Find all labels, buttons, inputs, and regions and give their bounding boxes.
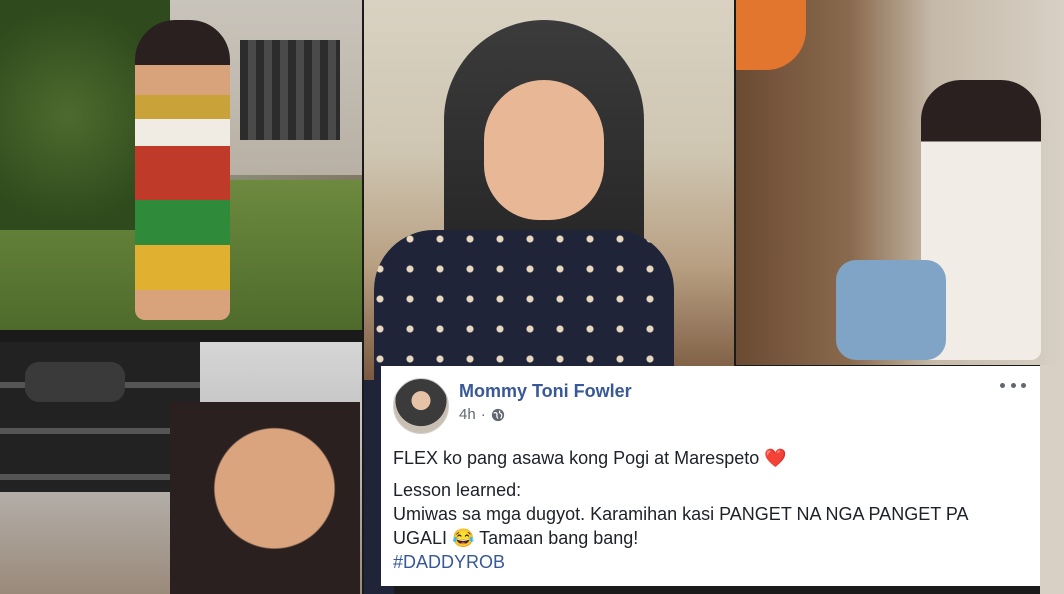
dot-icon (1021, 382, 1026, 388)
post-line-3: Umiwas sa mga dugyot. Karamihan kasi PAN… (393, 504, 969, 524)
photo-woman-garden (0, 0, 362, 330)
photo-selfie-room (736, 0, 1064, 365)
avatar[interactable] (393, 378, 449, 434)
photo-chair (836, 260, 946, 360)
hashtag-link[interactable]: #DADDYROB (393, 550, 1028, 574)
photo-woman-portrait (364, 0, 734, 380)
dot-icon (1000, 382, 1005, 388)
laughing-emoji-icon: 😂 (452, 528, 475, 548)
post-author-block: Mommy Toni Fowler 4h · (459, 376, 632, 425)
post-text-ugali: UGALI (393, 528, 448, 548)
post-body: FLEX ko pang asawa kong Pogi at Marespet… (393, 446, 1028, 574)
photo-orange-cap (736, 0, 806, 70)
post-text-flex: FLEX ko pang asawa kong Pogi at Marespet… (393, 448, 760, 468)
post-line-2: Lesson learned: (393, 480, 522, 500)
more-options-icon[interactable] (1000, 378, 1026, 392)
photo-woman-hair (170, 402, 360, 594)
photo-strip-right (1040, 365, 1064, 594)
meta-separator: · (480, 406, 486, 423)
photo-woman-figure (135, 20, 230, 320)
photo-window (240, 40, 340, 140)
author-name[interactable]: Mommy Toni Fowler (459, 380, 632, 402)
photo-face (484, 80, 604, 220)
globe-icon[interactable] (491, 408, 505, 422)
post-text-tamaan: Tamaan bang bang! (479, 528, 639, 548)
post-card: Mommy Toni Fowler 4h · FLEX ko pang asaw… (381, 366, 1040, 586)
post-meta: 4h · (459, 405, 632, 425)
dot-icon (1010, 382, 1016, 388)
post-header: Mommy Toni Fowler 4h · (393, 376, 1028, 434)
photo-speaker (25, 362, 125, 402)
heart-icon: ❤️ (764, 448, 787, 468)
post-timestamp[interactable]: 4h (459, 405, 476, 425)
photo-floral-dress (374, 230, 674, 380)
photo-woman-indoor (0, 342, 362, 594)
post-line-4: UGALI 😂 Tamaan bang bang! (393, 526, 1028, 550)
post-line-1: FLEX ko pang asawa kong Pogi at Marespet… (393, 446, 1028, 470)
